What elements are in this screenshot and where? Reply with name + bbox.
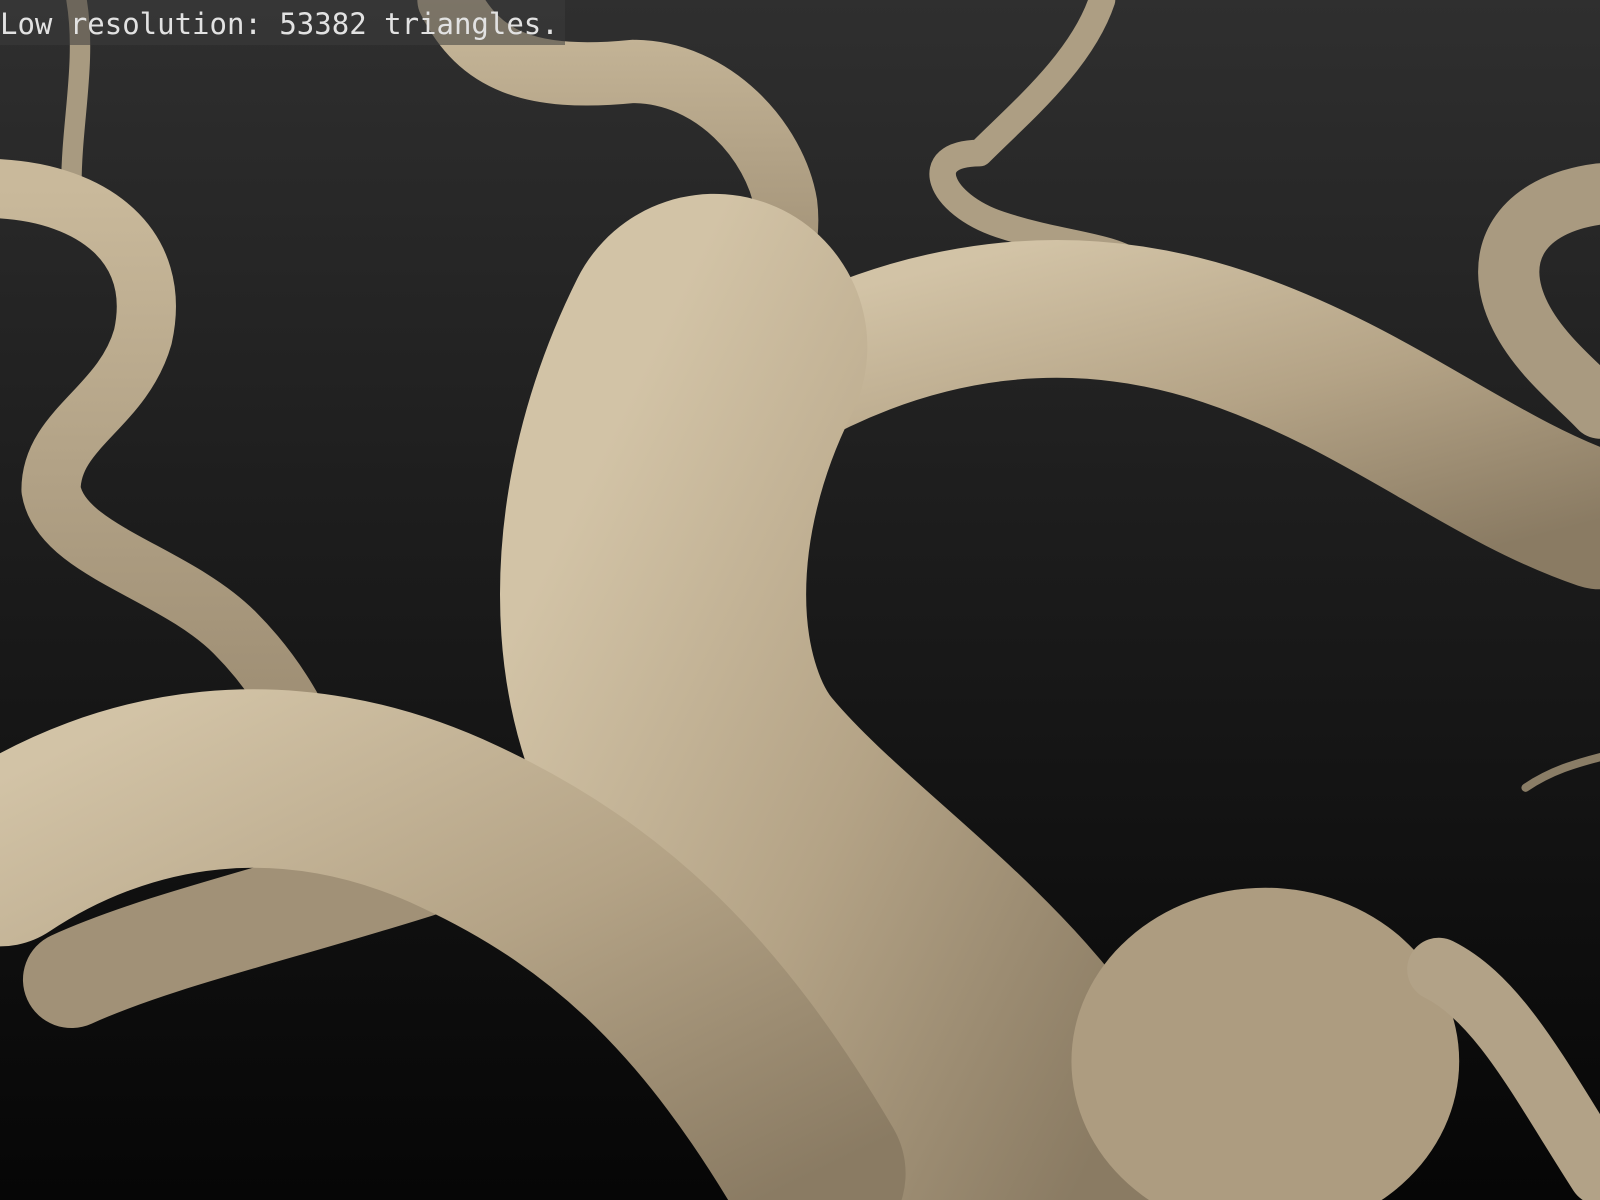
twig-small-right bbox=[1521, 753, 1600, 792]
triangle-count-status: Low resolution: 53382 triangles. bbox=[0, 0, 565, 45]
vine-left bbox=[0, 159, 336, 765]
twig-right-edge bbox=[1478, 163, 1600, 439]
tree-model bbox=[0, 0, 1600, 1200]
twig-bottom-right bbox=[1407, 937, 1600, 1200]
trunk-lump bbox=[1071, 887, 1460, 1200]
vine-top-thin bbox=[929, 0, 1152, 279]
3d-viewport[interactable] bbox=[0, 0, 1600, 1200]
branch-right bbox=[706, 240, 1600, 590]
